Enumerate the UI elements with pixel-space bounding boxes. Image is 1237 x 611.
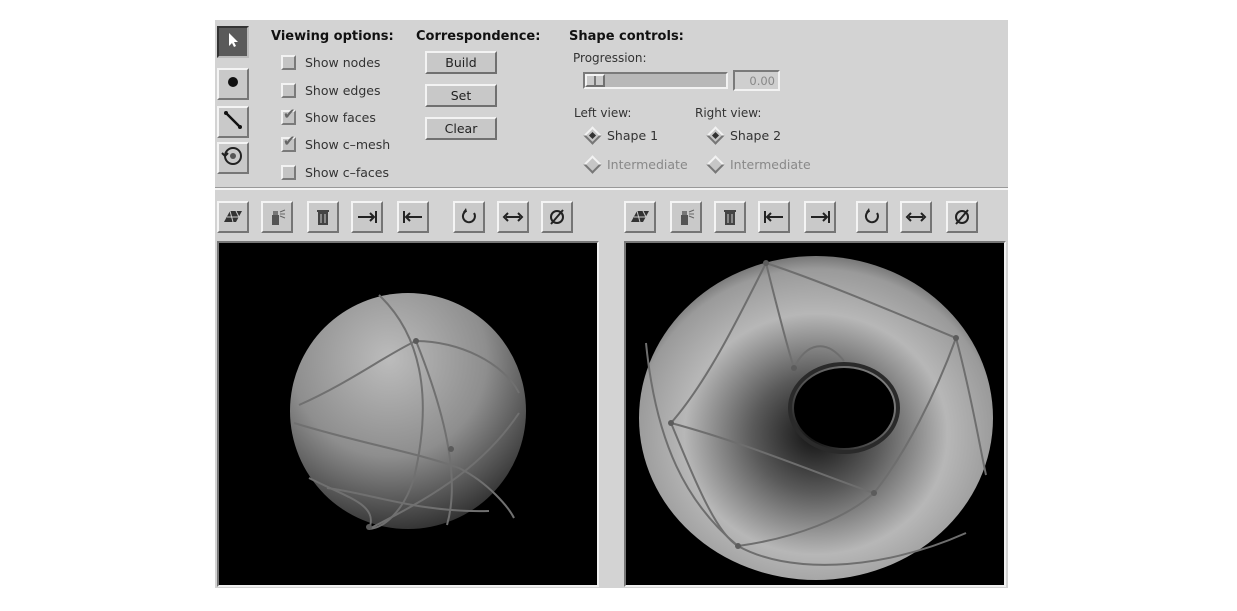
edge-tool-button[interactable] — [217, 106, 249, 138]
build-button[interactable]: Build — [425, 51, 497, 74]
checkmark-icon: ✔ — [283, 132, 296, 150]
rotate-view-icon — [221, 144, 245, 172]
edge-left-icon — [401, 209, 425, 225]
trash-icon — [314, 207, 332, 227]
select-tool-button[interactable] — [217, 26, 249, 58]
trash-icon — [721, 207, 739, 227]
viewing-options-heading: Viewing options: — [271, 29, 394, 44]
spray-icon — [267, 207, 287, 227]
clear-button[interactable] — [946, 201, 978, 233]
right-view-shape2-label: Shape 2 — [730, 128, 782, 143]
checkbox-box[interactable]: ✔ — [281, 132, 296, 152]
rotate-icon — [862, 207, 882, 227]
viewing-option-label: Show c–faces — [305, 165, 389, 180]
select-arrow-icon — [224, 31, 242, 53]
right-3d-viewport[interactable] — [624, 241, 1006, 587]
radio-diamond-icon — [583, 126, 602, 145]
trash-button[interactable] — [714, 201, 746, 233]
flip-button[interactable] — [900, 201, 932, 233]
edge-right-button[interactable] — [804, 201, 836, 233]
edge-left-button[interactable] — [758, 201, 790, 233]
edge-right-icon — [355, 209, 379, 225]
viewing-option-label: Show faces — [305, 110, 376, 125]
right-view-intermediate-label: Intermediate — [730, 157, 811, 172]
checkbox-box[interactable]: ✔ — [281, 105, 296, 125]
viewing-option-label: Show nodes — [305, 55, 381, 70]
spray-button[interactable] — [670, 201, 702, 233]
spray-button[interactable] — [261, 201, 293, 233]
left-view-intermediate-label: Intermediate — [607, 157, 688, 172]
clear-icon — [547, 207, 567, 227]
panel-divider — [215, 187, 1008, 190]
right-view-intermediate-radio[interactable]: Intermediate — [705, 155, 811, 174]
radio-diamond-icon — [706, 155, 725, 174]
mesh-button[interactable] — [624, 201, 656, 233]
left-3d-viewport[interactable] — [217, 241, 599, 587]
mesh-button[interactable] — [217, 201, 249, 233]
left-view-shape1-radio[interactable]: Shape 1 — [582, 126, 659, 145]
spray-icon — [676, 207, 696, 227]
set-button[interactable]: Set — [425, 84, 497, 107]
progression-slider-thumb[interactable] — [585, 74, 605, 87]
edge-right-icon — [808, 209, 832, 225]
right-view-label: Right view: — [695, 106, 762, 120]
checkbox-box[interactable] — [281, 55, 296, 70]
clear-icon — [952, 207, 972, 227]
viewing-option-label: Show c–mesh — [305, 137, 391, 152]
rotate-button[interactable] — [856, 201, 888, 233]
mesh-icon — [222, 208, 244, 226]
mesh-icon — [629, 208, 651, 226]
clear-button[interactable]: Clear — [425, 117, 497, 140]
radio-diamond-icon — [706, 126, 725, 145]
progression-slider[interactable] — [583, 72, 728, 89]
left-view-label: Left view: — [574, 106, 632, 120]
sphere-render — [290, 293, 526, 530]
flip-button[interactable] — [497, 201, 529, 233]
progression-value-field[interactable]: 0.00 — [733, 70, 780, 91]
edge-left-icon — [762, 209, 786, 225]
checkbox-box[interactable] — [281, 83, 296, 98]
right-view-shape2-radio[interactable]: Shape 2 — [705, 126, 782, 145]
trash-button[interactable] — [307, 201, 339, 233]
progression-label: Progression: — [573, 51, 647, 65]
flip-icon — [905, 210, 927, 224]
left-view-intermediate-radio[interactable]: Intermediate — [582, 155, 688, 174]
flip-icon — [502, 210, 524, 224]
viewing-option-checkbox[interactable]: Show nodes — [281, 55, 380, 70]
viewing-option-checkbox[interactable]: Show edges — [281, 83, 380, 98]
morph-app-window: Viewing options: Show nodes Show edges ✔ Sh… — [215, 20, 1008, 588]
correspondence-heading: Correspondence: — [416, 29, 541, 44]
viewing-option-checkbox[interactable]: Show c–faces — [281, 165, 389, 180]
clear-button[interactable] — [541, 201, 573, 233]
rotate-button[interactable] — [453, 201, 485, 233]
left-view-shape1-label: Shape 1 — [607, 128, 659, 143]
edge-left-button[interactable] — [397, 201, 429, 233]
viewing-option-checkbox[interactable]: ✔ Show faces — [281, 105, 376, 125]
node-tool-button[interactable] — [217, 68, 249, 100]
radio-diamond-icon — [583, 155, 602, 174]
rotate-tool-button[interactable] — [217, 142, 249, 174]
rotate-icon — [459, 207, 479, 227]
edge-right-button[interactable] — [351, 201, 383, 233]
torus-render — [639, 256, 993, 580]
shape-controls-heading: Shape controls: — [569, 29, 684, 44]
node-dot-icon — [224, 73, 242, 95]
viewing-option-label: Show edges — [305, 83, 381, 98]
edge-draw-icon — [222, 109, 244, 135]
checkbox-box[interactable] — [281, 165, 296, 180]
viewing-option-checkbox[interactable]: ✔ Show c–mesh — [281, 132, 391, 152]
checkmark-icon: ✔ — [283, 105, 296, 123]
